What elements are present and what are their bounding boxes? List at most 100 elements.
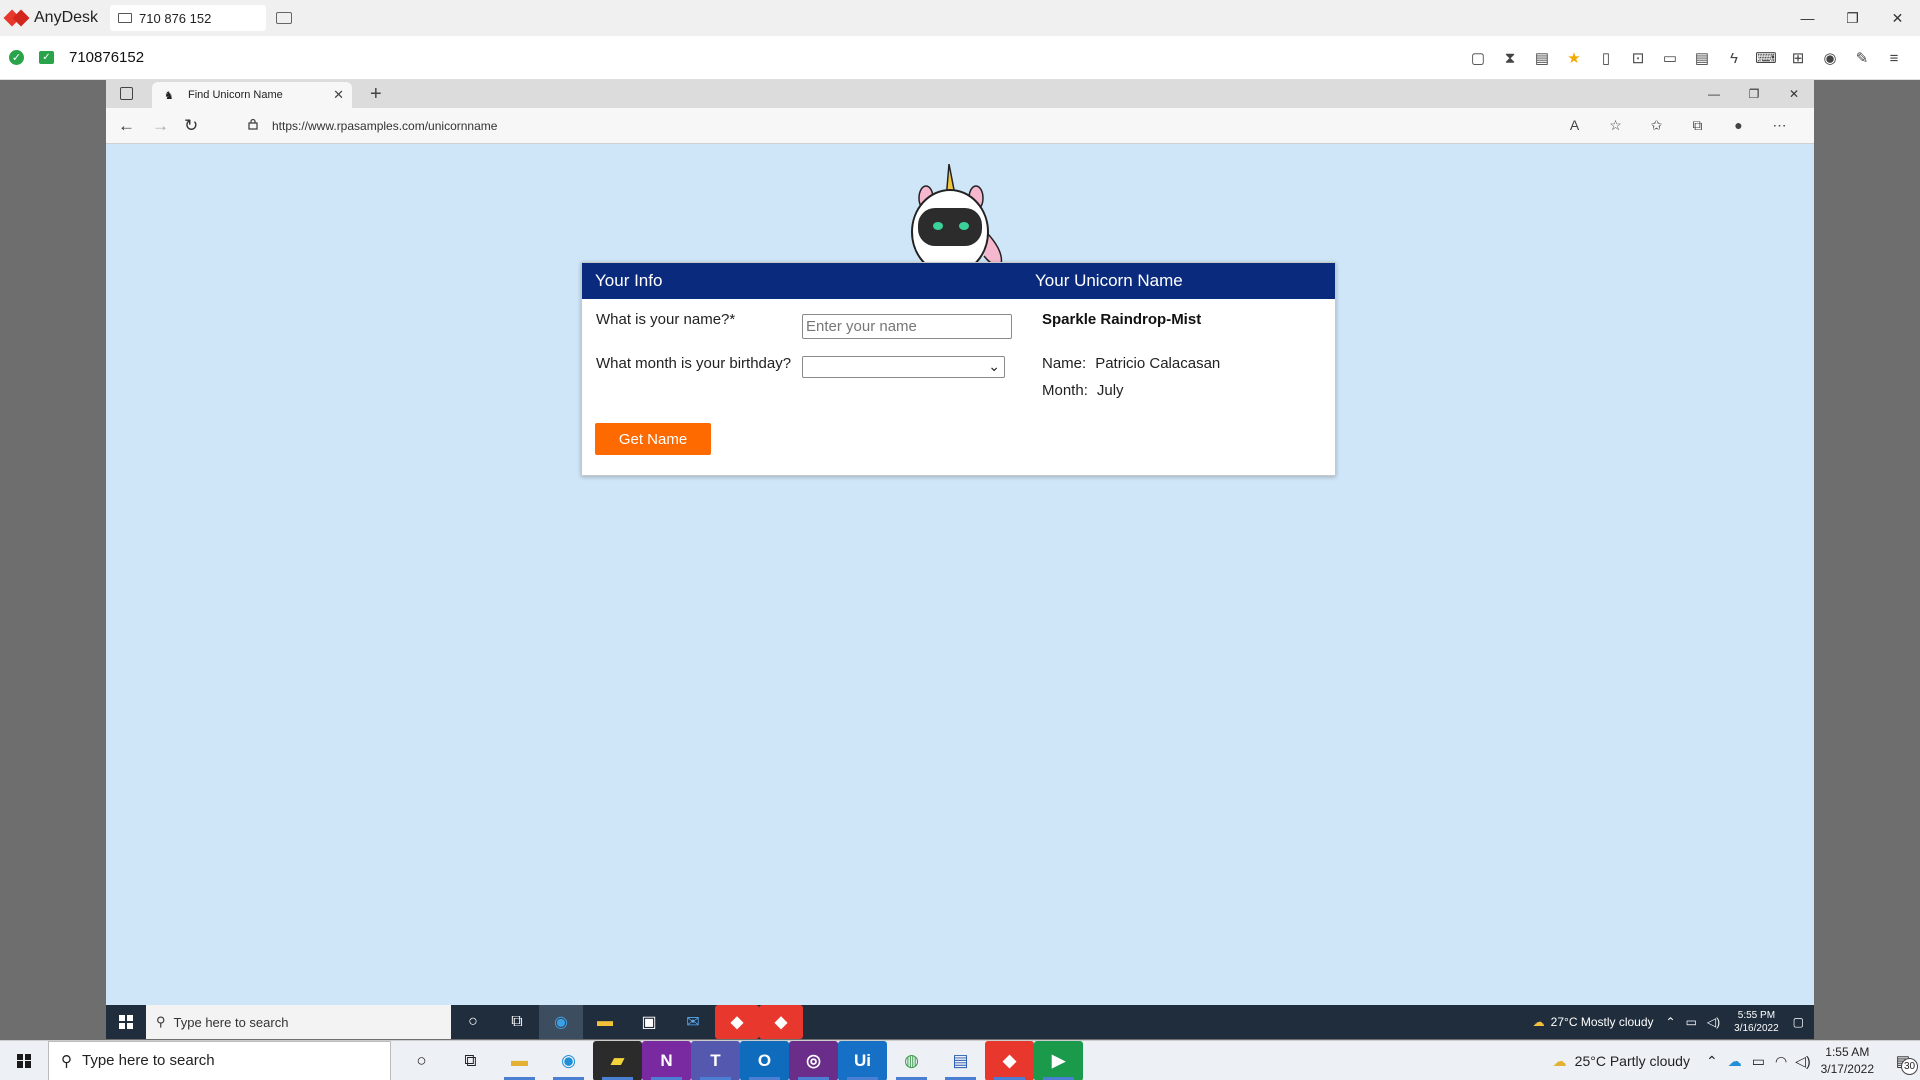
close-tab-icon[interactable]: ✕ xyxy=(333,87,344,103)
pen-icon[interactable]: ✎ xyxy=(1846,49,1878,67)
collections-icon[interactable]: ⧉ xyxy=(1677,114,1718,136)
remote-start-button[interactable] xyxy=(106,1005,146,1039)
add-favorite-icon[interactable]: ☆ xyxy=(1595,114,1636,136)
remote-clock[interactable]: 5:55 PM 3/16/2022 xyxy=(1734,1009,1779,1035)
remote-weather[interactable]: 27°C Mostly cloudy xyxy=(1551,1015,1654,1029)
database-icon[interactable]: ▤ xyxy=(1526,49,1558,67)
browser-toolbar-icons: A ☆ ✩ ⧉ ● ⋯ xyxy=(1554,114,1800,136)
chat-icon[interactable]: ▢ xyxy=(1462,49,1494,67)
media-app-icon[interactable]: ▶ xyxy=(1034,1040,1083,1080)
anydesk-taskbar-icon[interactable]: ◆ xyxy=(985,1040,1034,1080)
anydesk-title-bar: AnyDesk 710 876 152 — ❐ ✕ xyxy=(0,0,1920,36)
volume-icon[interactable]: ◁) xyxy=(1707,1015,1720,1029)
taskbar-date: 3/17/2022 xyxy=(1820,1062,1874,1076)
notification-center-icon[interactable]: ▤30 xyxy=(1886,1041,1920,1080)
anydesk-logo: AnyDesk xyxy=(6,7,98,29)
result-name-row: Name: Patricio Calacasan xyxy=(1042,355,1220,372)
restore-button[interactable]: ❐ xyxy=(1830,0,1875,36)
display-icon[interactable]: ▭ xyxy=(1654,49,1686,67)
start-button[interactable] xyxy=(0,1041,48,1080)
browser-tab[interactable]: ♞ Find Unicorn Name ✕ xyxy=(152,82,352,108)
cortana-icon[interactable]: ○ xyxy=(397,1041,446,1080)
remote-notification-icon[interactable]: ▢ xyxy=(1793,1015,1804,1029)
get-name-button[interactable]: Get Name xyxy=(595,423,711,455)
menu-icon[interactable]: ≡ xyxy=(1878,50,1910,67)
record-icon[interactable]: ◉ xyxy=(1814,49,1846,67)
favorites-icon[interactable]: ✩ xyxy=(1636,114,1677,136)
anydesk-app-icon[interactable]: ◆ xyxy=(715,1005,759,1039)
monitor-select-icon[interactable]: ⊡ xyxy=(1622,49,1654,67)
taskbar-search-box[interactable]: ⚲ Type here to search xyxy=(48,1040,391,1080)
hourglass-icon[interactable]: ⧗ xyxy=(1494,50,1526,67)
mail-icon[interactable]: ✉ xyxy=(671,1005,715,1039)
remote-search-box[interactable]: ⚲ Type here to search xyxy=(146,1005,451,1039)
keyboard-icon[interactable]: ⌨ xyxy=(1750,49,1782,67)
birthday-month-select[interactable]: ⌄ xyxy=(802,356,1005,378)
uipath-icon[interactable]: Ui xyxy=(838,1040,887,1080)
tab-actions-icon[interactable] xyxy=(120,87,133,100)
onenote-icon[interactable]: N xyxy=(642,1040,691,1080)
name-input[interactable] xyxy=(802,314,1012,339)
onedrive-icon[interactable]: ☁ xyxy=(1728,1053,1742,1070)
anydesk-app-icon-2[interactable]: ◆ xyxy=(759,1005,803,1039)
purple-app-icon[interactable]: ◎ xyxy=(789,1040,838,1080)
edge-icon[interactable]: ◉ xyxy=(544,1041,593,1080)
new-session-icon[interactable] xyxy=(276,12,293,24)
teams-icon[interactable]: T xyxy=(691,1040,740,1080)
wifi-icon[interactable]: ◠ xyxy=(1775,1053,1787,1070)
edge-icon[interactable]: ◉ xyxy=(539,1005,583,1039)
remote-desktop-icon[interactable]: ▤ xyxy=(936,1041,985,1080)
anydesk-remote-id[interactable]: 710876152 xyxy=(69,49,144,66)
taskbar-weather[interactable]: 25°C Partly cloudy xyxy=(1575,1053,1690,1069)
profile-avatar-icon[interactable]: ● xyxy=(1718,114,1759,136)
remote-taskbar: ⚲ Type here to search ○ ⧉ ◉ ▬ ▣ ✉ ◆ ◆ ☁ … xyxy=(106,1005,1814,1039)
sticky-notes-icon[interactable]: ▰ xyxy=(593,1040,642,1080)
file-explorer-icon[interactable]: ▬ xyxy=(583,1005,627,1039)
remote-system-tray: ☁ 27°C Mostly cloudy ⌃ ▭ ◁) 5:55 PM 3/16… xyxy=(1533,1005,1804,1039)
lock-icon xyxy=(248,118,258,130)
new-tab-button[interactable]: + xyxy=(370,83,382,106)
store-icon[interactable]: ▣ xyxy=(627,1005,671,1039)
permissions-icon[interactable]: ⊞ xyxy=(1782,49,1814,67)
result-month-value: July xyxy=(1096,382,1124,399)
anydesk-toolbar: ✓ ✓ 710876152 ▢ ⧗ ▤ ★ ▯ ⊡ ▭ ▤ ϟ ⌨ ⊞ ◉ ✎ … xyxy=(0,36,1920,80)
file-explorer-icon[interactable]: ▬ xyxy=(495,1041,544,1080)
volume-icon[interactable]: ◁) xyxy=(1795,1053,1810,1070)
browser-address-bar: ← → ↻ https://www.rpasamples.com/unicorn… xyxy=(106,108,1814,144)
globe-app-icon[interactable]: ◍ xyxy=(887,1041,936,1080)
browser-restore-button[interactable]: ❐ xyxy=(1734,80,1774,108)
read-aloud-icon[interactable]: A xyxy=(1554,114,1595,136)
cortana-icon[interactable]: ○ xyxy=(451,1005,495,1039)
remote-date: 3/16/2022 xyxy=(1734,1023,1779,1034)
search-icon: ⚲ xyxy=(61,1052,72,1070)
anydesk-session-tab[interactable]: 710 876 152 xyxy=(110,5,267,31)
search-icon: ⚲ xyxy=(156,1014,166,1029)
browser-tab-strip: ♞ Find Unicorn Name ✕ + — ❐ ✕ xyxy=(106,80,1814,108)
unicorn-name-card: Your Info Your Unicorn Name What is your… xyxy=(581,262,1336,476)
minimize-button[interactable]: — xyxy=(1785,0,1830,36)
browser-close-button[interactable]: ✕ xyxy=(1774,80,1814,108)
taskbar-clock[interactable]: 1:55 AM 3/17/2022 xyxy=(1821,1044,1874,1078)
result-name-value: Patricio Calacasan xyxy=(1095,355,1221,372)
remote-taskbar-apps: ○ ⧉ ◉ ▬ ▣ ✉ ◆ ◆ xyxy=(451,1005,803,1039)
battery-icon[interactable]: ▭ xyxy=(1752,1053,1765,1070)
message-icon[interactable]: ▤ xyxy=(1686,49,1718,67)
name-label: What is your name?* xyxy=(596,311,736,328)
refresh-icon[interactable]: ↻ xyxy=(184,116,198,136)
tray-chevron-icon[interactable]: ⌃ xyxy=(1706,1053,1718,1070)
task-view-icon[interactable]: ⧉ xyxy=(495,1005,539,1039)
tray-chevron-icon[interactable]: ⌃ xyxy=(1666,1015,1676,1029)
back-arrow-icon[interactable]: ← xyxy=(118,116,135,136)
url-field[interactable]: https://www.rpasamples.com/unicornname xyxy=(272,119,497,133)
browser-minimize-button[interactable]: — xyxy=(1694,80,1734,108)
close-button[interactable]: ✕ xyxy=(1875,0,1920,36)
file-icon[interactable]: ▯ xyxy=(1590,49,1622,67)
favorite-star-icon[interactable]: ★ xyxy=(1558,49,1590,67)
task-view-icon[interactable]: ⧉ xyxy=(446,1041,495,1080)
outlook-icon[interactable]: O xyxy=(740,1040,789,1080)
action-icon[interactable]: ϟ xyxy=(1718,50,1750,67)
network-icon[interactable]: ▭ xyxy=(1686,1015,1697,1029)
more-options-icon[interactable]: ⋯ xyxy=(1759,114,1800,136)
forward-arrow-icon[interactable]: → xyxy=(152,116,169,136)
browser-tab-title: Find Unicorn Name xyxy=(188,89,283,101)
